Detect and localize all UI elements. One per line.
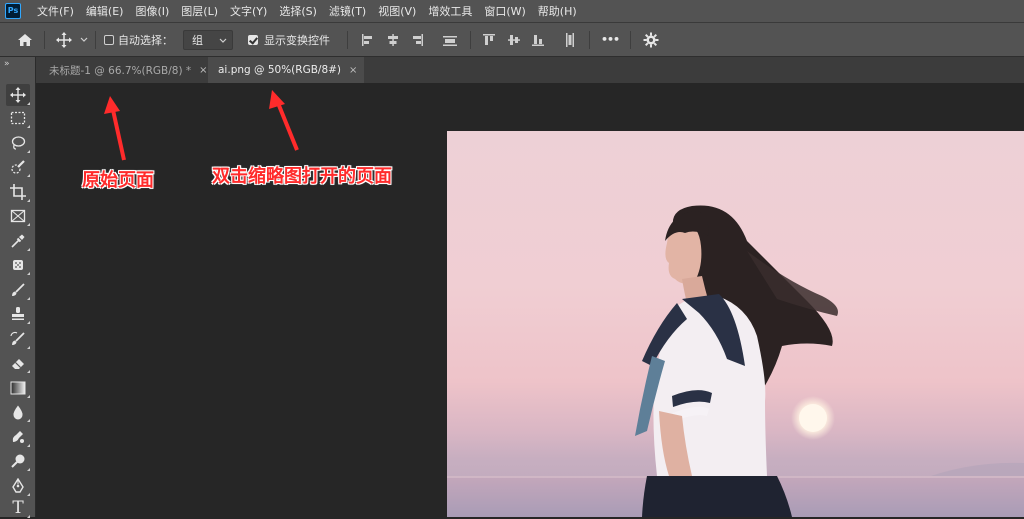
annotation-opened-page: 双击缩略图打开的页面 [212,166,392,187]
annotation-arrows [104,90,299,161]
annotation-original-page: 原始页面 [82,170,154,191]
arrow-to-original-tab [104,96,126,161]
arrow-to-active-tab [269,90,299,151]
